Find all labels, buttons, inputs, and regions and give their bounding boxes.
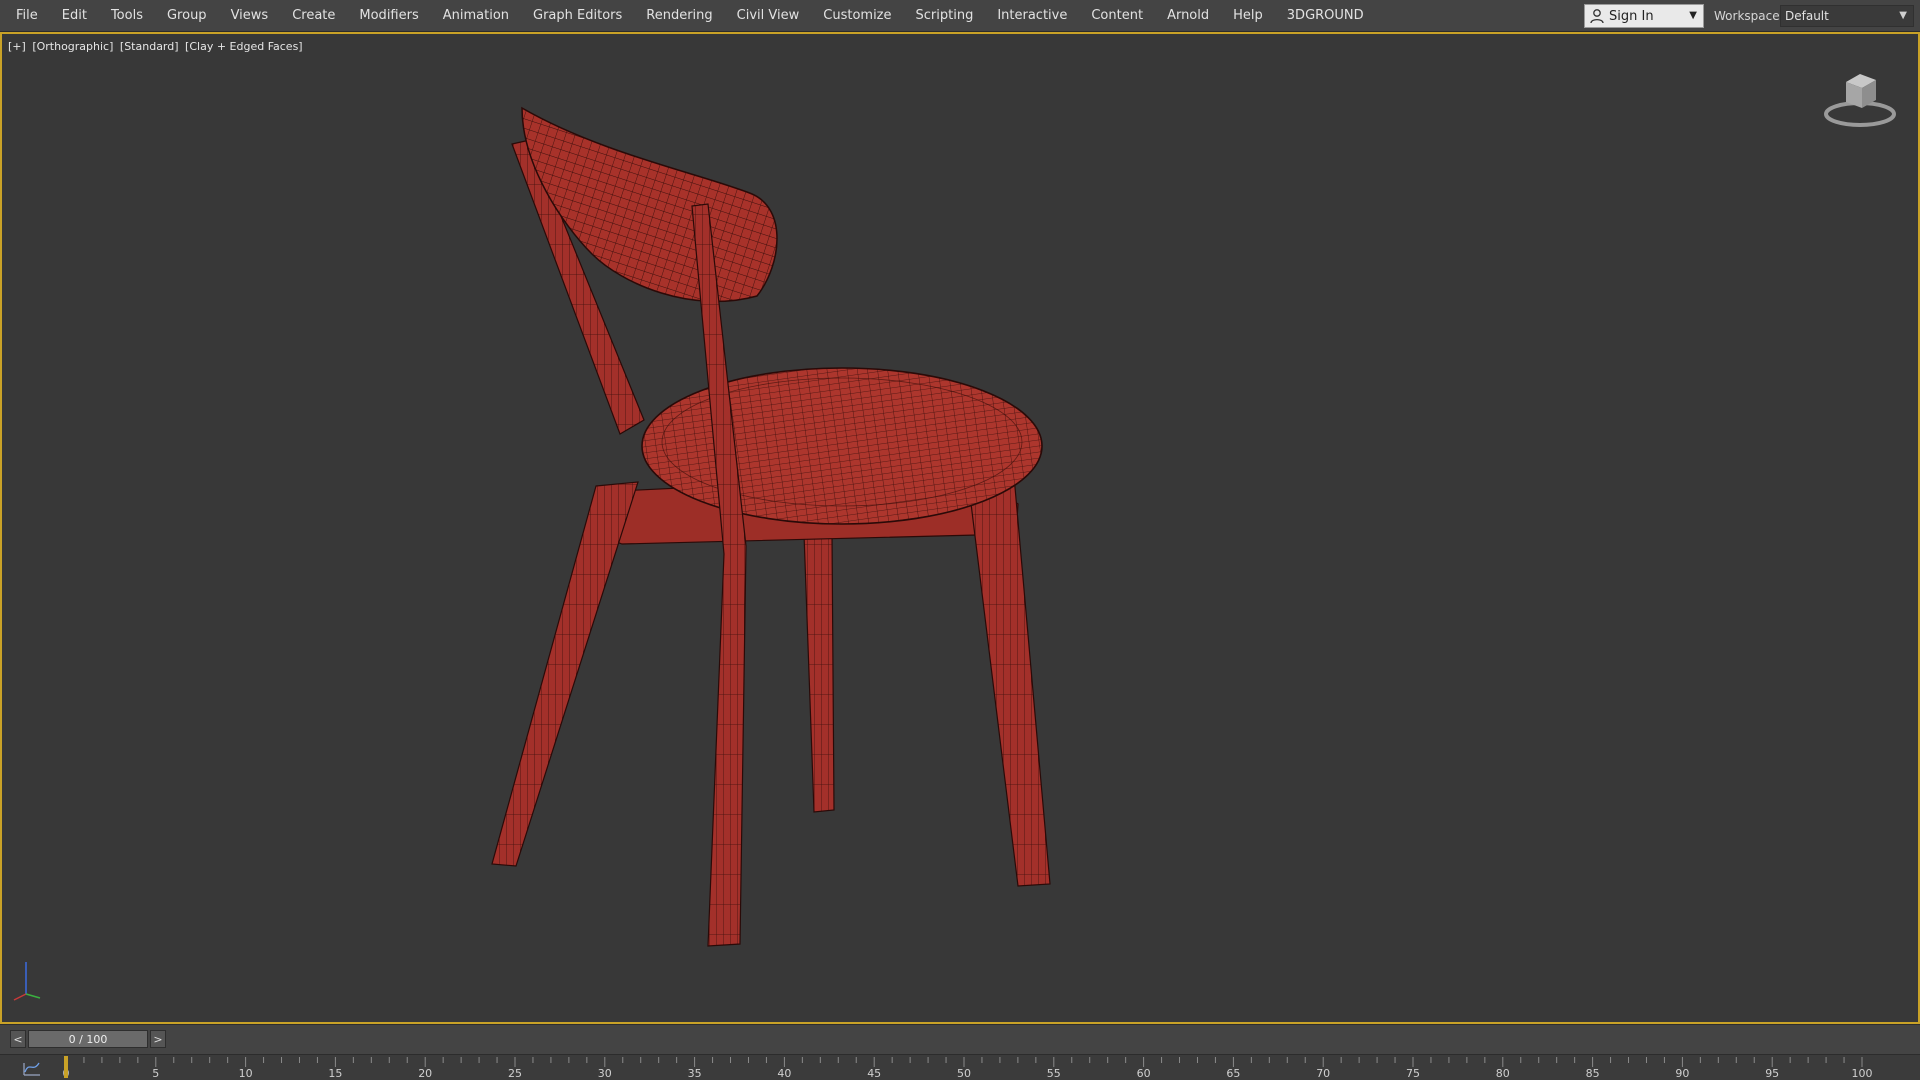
chevron-down-icon: ▼ [1899,10,1907,21]
menu-item-modifiers[interactable]: Modifiers [347,0,430,31]
menu-item-rendering[interactable]: Rendering [634,0,724,31]
menu-item-interactive[interactable]: Interactive [985,0,1079,31]
workspaces-label: Workspaces: [1714,9,1790,23]
current-frame-marker[interactable] [64,1056,68,1078]
track-tick-label: 45 [867,1067,881,1080]
time-slider-thumb[interactable]: 0 / 100 [28,1030,148,1048]
menu-item-create[interactable]: Create [280,0,347,31]
menu-item-edit[interactable]: Edit [50,0,99,31]
track-tick-label: 25 [508,1067,522,1080]
track-tick-label: 90 [1675,1067,1689,1080]
axis-tripod-icon [13,962,41,1001]
workspaces-value: Default [1785,9,1829,23]
menu-item-animation[interactable]: Animation [431,0,521,31]
viewcube-icon[interactable] [1820,64,1900,134]
sign-in-button[interactable]: Sign In ▼ [1584,4,1704,28]
chair-leg-front-right [967,475,1051,887]
menu-item-group[interactable]: Group [155,0,219,31]
menu-item-3dground[interactable]: 3DGROUND [1275,0,1376,31]
chair-back-post-right [691,203,747,947]
track-tick-label: 80 [1496,1067,1510,1080]
menu-item-file[interactable]: File [4,0,50,31]
menu-item-civil-view[interactable]: Civil View [725,0,812,31]
menu-item-tools[interactable]: Tools [99,0,155,31]
track-tick-label: 85 [1586,1067,1600,1080]
chair-leg-front-left [491,481,639,867]
menu-item-arnold[interactable]: Arnold [1155,0,1221,31]
viewport[interactable]: [+] [Orthographic] [Standard] [Clay + Ed… [0,32,1920,1024]
caret-down-icon: ▼ [1689,10,1697,21]
track-tick-label: 40 [777,1067,791,1080]
menu-item-graph-editors[interactable]: Graph Editors [521,0,634,31]
menu-item-scripting[interactable]: Scripting [904,0,986,31]
chair-model[interactable] [2,34,1918,1022]
menu-bar: File Edit Tools Group Views Create Modifiers An… [0,0,1920,32]
track-tick-label: 30 [598,1067,612,1080]
track-tick-label: 70 [1316,1067,1330,1080]
track-ruler[interactable]: 0510152025303540455055606570758085909510… [0,1055,1920,1080]
menu-item-customize[interactable]: Customize [811,0,903,31]
user-icon [1590,9,1604,24]
time-next-button[interactable]: > [150,1030,166,1048]
track-tick-label: 10 [239,1067,253,1080]
track-tick-label: 75 [1406,1067,1420,1080]
time-prev-button[interactable]: < [10,1030,26,1048]
track-tick-label: 5 [152,1067,159,1080]
track-tick-label: 55 [1047,1067,1061,1080]
track-tick-label: 15 [328,1067,342,1080]
menu-item-help[interactable]: Help [1221,0,1275,31]
workspaces-dropdown[interactable]: Default ▼ [1780,5,1914,27]
chair-leg-rear-right [803,533,835,813]
track-tick-label: 50 [957,1067,971,1080]
track-tick-label: 100 [1852,1067,1873,1080]
chair-seat [641,367,1043,525]
menu-item-views[interactable]: Views [219,0,281,31]
track-tick-label: 60 [1137,1067,1151,1080]
track-tick-label: 65 [1226,1067,1240,1080]
menu-item-content[interactable]: Content [1079,0,1155,31]
track-bar[interactable]: 0510152025303540455055606570758085909510… [0,1054,1920,1080]
track-tick-label: 35 [688,1067,702,1080]
track-tick-label: 20 [418,1067,432,1080]
sign-in-label: Sign In [1609,8,1654,24]
menu-items: File Edit Tools Group Views Create Modifiers An… [0,0,1376,31]
track-tick-label: 95 [1765,1067,1779,1080]
time-slider[interactable]: < 0 / 100 > [0,1024,1920,1054]
